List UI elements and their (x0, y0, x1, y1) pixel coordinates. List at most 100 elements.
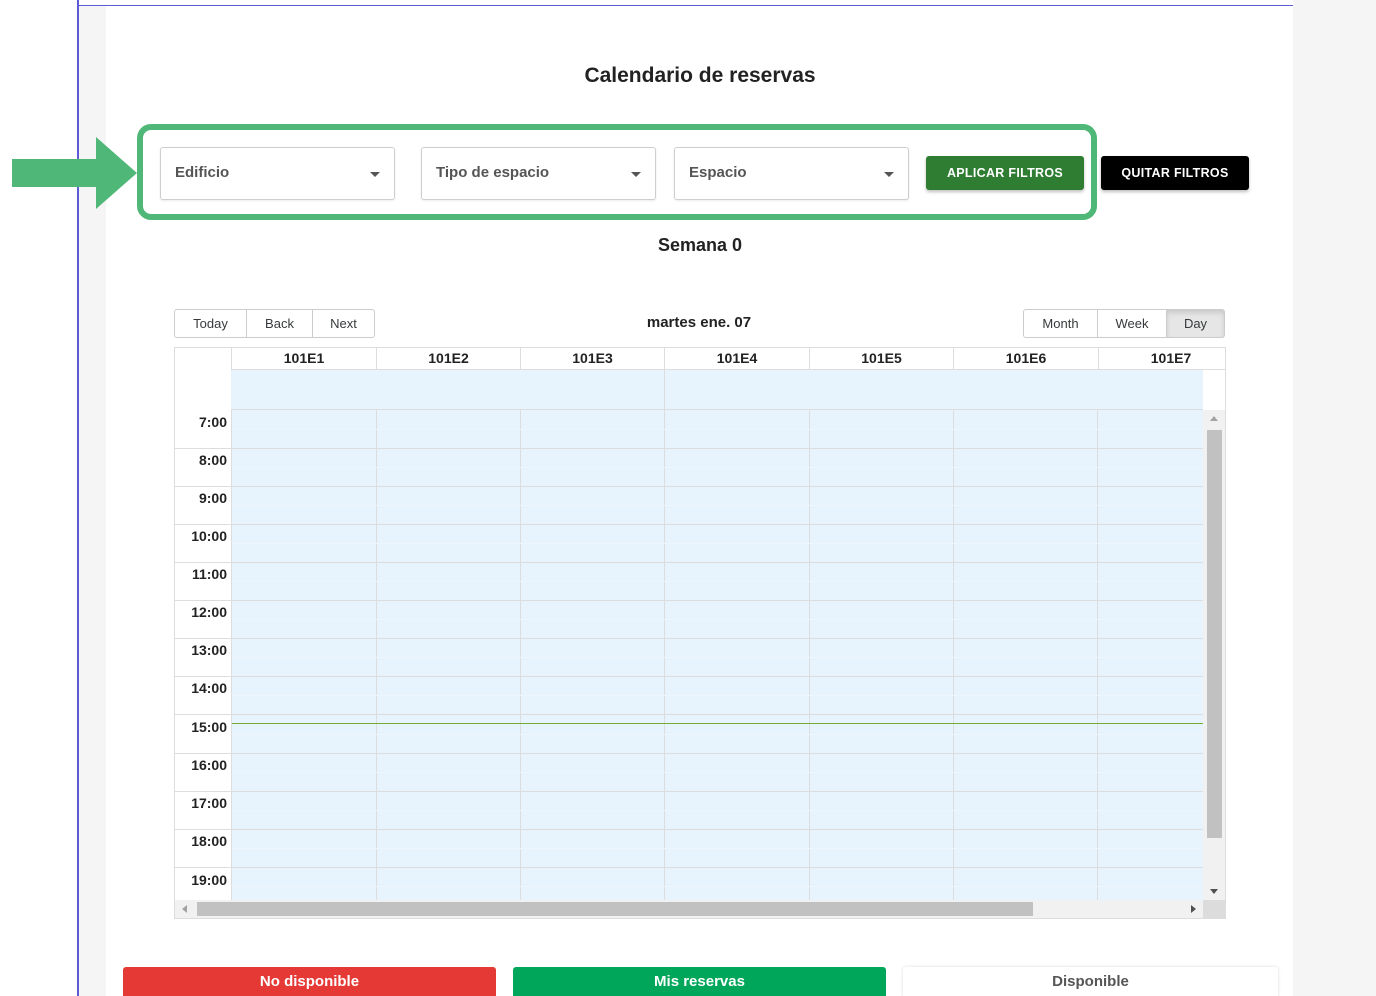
slot-divider (232, 886, 1204, 887)
hour-divider (232, 638, 1204, 639)
hour-divider (232, 829, 1204, 830)
page-title: Calendario de reservas (584, 64, 816, 87)
gutter-divider (175, 486, 231, 487)
time-label: 8:00 (198, 452, 227, 468)
column-divider (1097, 410, 1098, 900)
gutter-divider (175, 524, 231, 525)
hour-divider (232, 714, 1204, 715)
time-label: 17:00 (191, 795, 227, 811)
slot-divider (232, 619, 1204, 620)
hour-divider (232, 753, 1204, 754)
time-label: 18:00 (191, 833, 227, 849)
current-time-indicator (232, 723, 1204, 724)
space-select-label: Espacio (689, 164, 747, 181)
month-view-button[interactable]: Month (1023, 309, 1098, 338)
hour-divider (232, 676, 1204, 677)
chevron-down-icon (884, 172, 894, 177)
legend-my-reservations: Mis reservas (513, 967, 886, 996)
calendar-view-group: Month Week Day (1023, 309, 1225, 338)
time-label: 19:00 (191, 872, 227, 888)
slot-divider (232, 429, 1204, 430)
time-label: 16:00 (191, 757, 227, 773)
slot-divider (232, 734, 1204, 735)
gutter-divider (175, 600, 231, 601)
hour-divider (232, 867, 1204, 868)
scroll-left-arrow-icon[interactable] (182, 905, 187, 913)
horizontal-scrollbar[interactable] (175, 900, 1203, 918)
vertical-scroll-thumb[interactable] (1207, 430, 1222, 838)
building-select-label: Edificio (175, 164, 230, 181)
page-gutter-right (1293, 0, 1376, 996)
time-label: 9:00 (198, 490, 227, 506)
time-label: 15:00 (191, 719, 227, 735)
today-button[interactable]: Today (174, 309, 247, 338)
calendar-nav-group: Today Back Next (174, 309, 375, 338)
building-select[interactable]: Edificio (160, 147, 395, 200)
scroll-right-arrow-icon[interactable] (1191, 905, 1196, 913)
clear-filters-button[interactable]: QUITAR FILTROS (1101, 156, 1249, 190)
all-day-divider (664, 370, 665, 410)
chevron-down-icon (370, 172, 380, 177)
slot-divider (232, 772, 1204, 773)
space-type-select[interactable]: Tipo de espacio (421, 147, 656, 200)
slot-divider (232, 848, 1204, 849)
slot-divider (232, 657, 1204, 658)
time-slots-grid[interactable] (231, 410, 1204, 900)
slot-divider (232, 581, 1204, 582)
gutter-divider (175, 829, 231, 830)
gutter-divider (175, 562, 231, 563)
scroll-down-arrow-icon[interactable] (1210, 889, 1218, 894)
hour-divider (232, 524, 1204, 525)
time-label: 13:00 (191, 642, 227, 658)
slot-divider (232, 467, 1204, 468)
time-label: 14:00 (191, 680, 227, 696)
apply-filters-button[interactable]: APLICAR FILTROS (926, 156, 1084, 190)
time-label: 12:00 (191, 604, 227, 620)
resource-header: 101E1 (231, 348, 376, 370)
next-button[interactable]: Next (312, 309, 375, 338)
column-divider (809, 410, 810, 900)
resource-header: 101E6 (953, 348, 1098, 370)
hour-divider (232, 562, 1204, 563)
vertical-scrollbar[interactable] (1203, 410, 1225, 900)
gutter-divider (175, 753, 231, 754)
gutter-divider (175, 676, 231, 677)
column-divider (376, 410, 377, 900)
legend-available: Disponible (903, 967, 1278, 996)
slot-divider (232, 543, 1204, 544)
hour-divider (232, 448, 1204, 449)
legend-unavailable: No disponible (123, 967, 496, 996)
space-select[interactable]: Espacio (674, 147, 909, 200)
time-label: 7:00 (198, 414, 227, 430)
gutter-divider (175, 638, 231, 639)
column-divider (664, 410, 665, 900)
slot-divider (232, 505, 1204, 506)
resource-header: 101E7 (1098, 348, 1225, 370)
chevron-down-icon (631, 172, 641, 177)
hour-divider (232, 600, 1204, 601)
week-label: Semana 0 (657, 235, 743, 255)
column-divider (520, 410, 521, 900)
all-day-row[interactable] (231, 370, 1203, 410)
back-button[interactable]: Back (246, 309, 313, 338)
time-label: 10:00 (191, 528, 227, 544)
slot-divider (232, 695, 1204, 696)
gutter-divider (175, 791, 231, 792)
resource-header: 101E5 (809, 348, 953, 370)
resource-header: 101E3 (520, 348, 664, 370)
page-border-top (77, 5, 1293, 6)
scrollbar-corner (1203, 900, 1225, 918)
week-view-button[interactable]: Week (1097, 309, 1167, 338)
horizontal-scroll-thumb[interactable] (197, 902, 1033, 916)
calendar-grid: 101E1 101E2 101E3 101E4 101E5 101E6 101E… (174, 347, 1226, 919)
column-divider (953, 410, 954, 900)
hour-divider (232, 791, 1204, 792)
gutter-divider (175, 714, 231, 715)
time-label: 11:00 (191, 566, 227, 582)
hour-divider (232, 486, 1204, 487)
resource-header: 101E4 (664, 348, 809, 370)
scroll-up-arrow-icon[interactable] (1210, 416, 1218, 421)
space-type-select-label: Tipo de espacio (436, 164, 550, 181)
gutter-divider (175, 867, 231, 868)
day-view-button[interactable]: Day (1166, 309, 1225, 338)
